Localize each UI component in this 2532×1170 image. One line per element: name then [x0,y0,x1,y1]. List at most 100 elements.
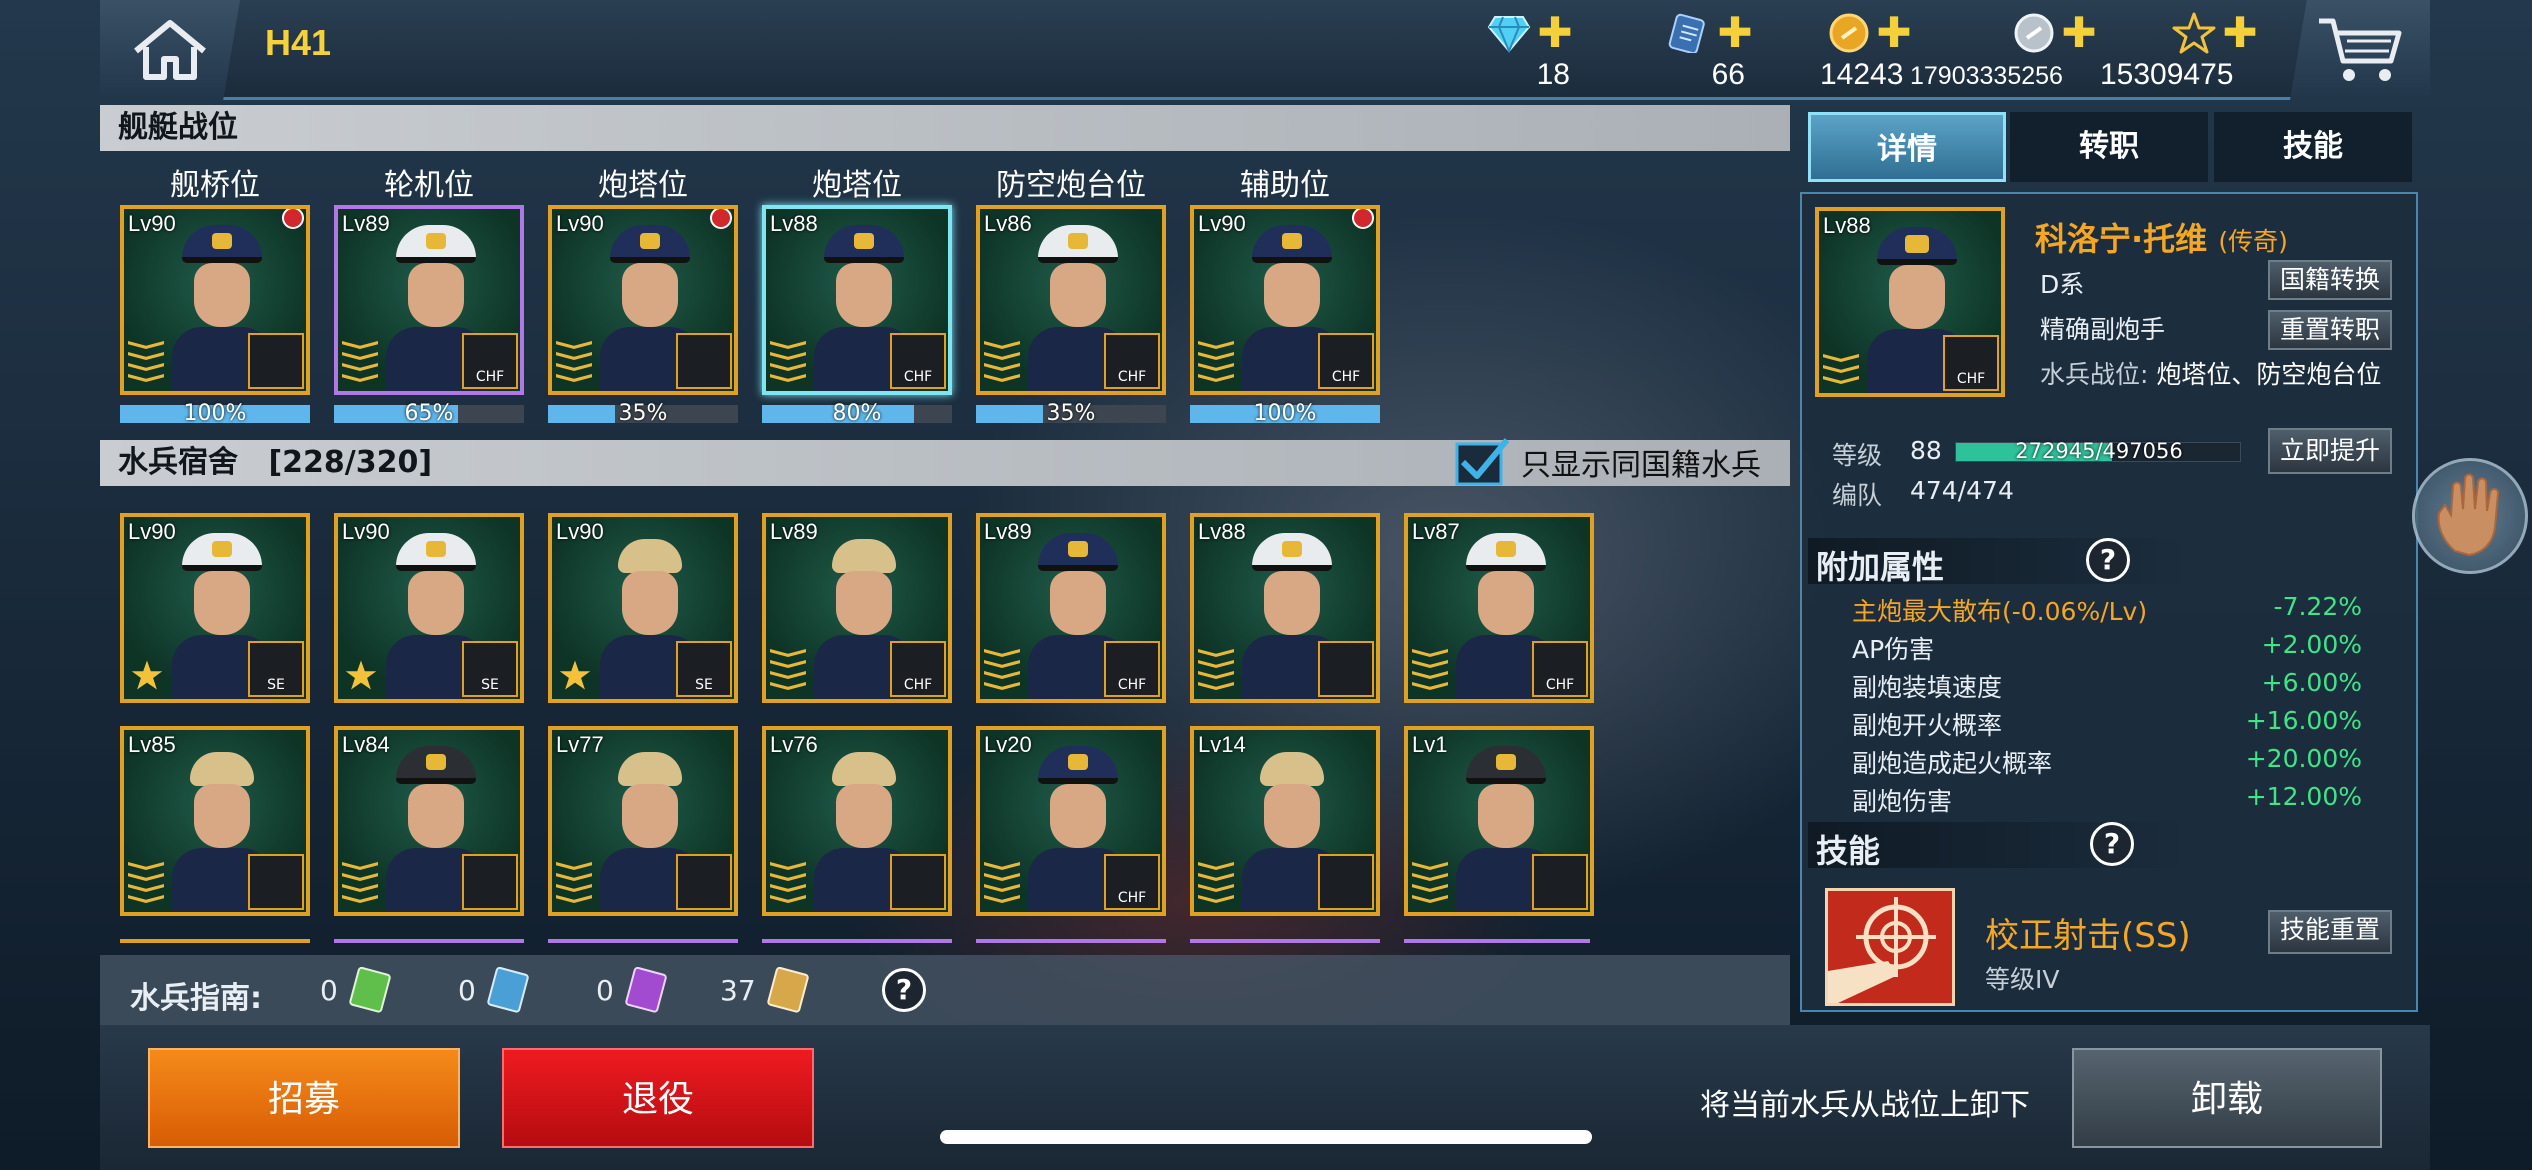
skill-icon[interactable] [1825,888,1955,1006]
sailor-card[interactable]: Lv77 [548,726,738,916]
green-manual-icon [349,967,391,1013]
resource-tickets[interactable]: ✚ 66 [1655,8,1765,98]
portrait-level: Lv88 [1823,213,1871,238]
bonus-name: AP伤害 [1852,635,1935,664]
slot-percent: 35% [618,401,668,426]
position-slot[interactable]: Lv88 CHF [762,205,952,395]
job-icon [676,854,732,910]
sailor-card[interactable]: Lv85 [120,726,310,916]
tab-details[interactable]: 详情 [1808,112,2006,182]
skill-help-icon[interactable]: ? [2090,822,2134,866]
retire-button[interactable]: 退役 [502,1048,814,1148]
star-rank-icon [559,660,591,690]
unload-button[interactable]: 卸载 [2072,1048,2382,1148]
sailor-level: Lv89 [984,519,1032,544]
level-up-button[interactable]: 立即提升 [2268,428,2393,474]
sailor-card[interactable]: Lv20 CHF [976,726,1166,916]
diamond-icon [1488,16,1531,53]
bonus-name: 副炮装填速度 [1852,673,2003,702]
bonus-value: +20.00% [2245,744,2362,773]
add-diamonds-icon[interactable]: ✚ [1537,12,1572,54]
exp-text: 272945/497056 [2015,439,2183,463]
bonus-title: 附加属性 [1816,548,1945,586]
add-silver-icon[interactable]: ✚ [2061,12,2096,54]
job-icon: CHF [1532,641,1588,697]
tab-skills[interactable]: 技能 [2214,112,2412,182]
guide-count: 37 [720,973,756,1007]
silver-count: 17903335256 [1910,62,2063,90]
sailor-card[interactable]: Lv90 SE [334,513,524,703]
add-stars-icon[interactable]: ✚ [2222,12,2257,54]
guide-item-gold[interactable]: 37 [720,967,814,1013]
shop-button[interactable] [2290,0,2430,100]
bonus-name: 副炮造成起火概率 [1852,749,2053,778]
detail-portrait: Lv88 CHF [1815,207,2005,397]
sailor-card[interactable]: Lv90 SE [548,513,738,703]
sailor-guide-bar: 水兵指南: 0 0 0 37 ? [100,955,1790,1025]
bonus-value: -7.22% [2273,592,2362,621]
position-slot[interactable]: Lv86 CHF [976,205,1166,395]
home-indicator [940,1130,1592,1144]
resource-diamonds[interactable]: ✚ 18 [1480,8,1580,98]
same-nationality-filter[interactable]: 只显示同国籍水兵 [1455,436,1761,488]
slot-label: 防空炮台位 [996,168,1146,203]
position-slot[interactable]: Lv90 [548,205,738,395]
sailor-card[interactable]: Lv1 [1404,726,1594,916]
job-icon [890,854,946,910]
guide-item-purple[interactable]: 0 [596,967,672,1013]
bonus-help-icon[interactable]: ? [2086,538,2130,582]
sailor-card[interactable]: Lv88 [1190,513,1380,703]
job-icon: CHF [890,641,946,697]
job-tag: SE [695,677,713,693]
add-gold-icon[interactable]: ✚ [1876,12,1911,54]
gold-coin-icon [1829,13,1869,53]
sailor-card[interactable]: Lv90 SE [120,513,310,703]
recruit-button[interactable]: 招募 [148,1048,460,1148]
slot-level: Lv90 [556,211,604,236]
tab-job-change[interactable]: 转职 [2010,112,2208,182]
guide-help-icon[interactable]: ? [882,968,926,1012]
add-tickets-icon[interactable]: ✚ [1717,12,1752,54]
filter-label: 只显示同国籍水兵 [1521,448,1761,483]
rank-chevrons-icon [128,338,164,385]
sailor-level: Lv89 [770,519,818,544]
star-rank-icon [131,660,163,690]
gear-icon: CHF [462,333,518,389]
reset-job-button[interactable]: 重置转职 [2268,310,2393,350]
job-icon: SE [676,641,732,697]
ticket-count: 66 [1711,58,1745,91]
bonus-row: 副炮造成起火概率 +20.00% [1852,744,2362,780]
resource-stars[interactable]: ✚ 15309475 [2100,8,2270,98]
sailor-level: Lv90 [128,519,176,544]
floating-assist-button[interactable] [2412,458,2528,574]
sailor-level: Lv84 [342,732,390,757]
stage-title: H41 [265,22,332,63]
unload-hint: 将当前水兵从战位上卸下 [1700,1088,2030,1123]
star-rank-icon [345,660,377,690]
skill-reset-button[interactable]: 技能重置 [2268,910,2393,954]
guide-item-green[interactable]: 0 [320,967,396,1013]
sailor-level: Lv77 [556,732,604,757]
position-slot[interactable]: Lv90 CHF [1190,205,1380,395]
silver-coin-icon [2014,13,2054,53]
position-slot[interactable]: Lv90 [120,205,310,395]
home-button[interactable] [100,0,240,100]
sailor-card[interactable]: Lv89 CHF [976,513,1166,703]
nationality-change-button[interactable]: 国籍转换 [2268,260,2393,300]
checkbox-checked-icon [1455,438,1510,486]
sailor-card[interactable]: Lv89 CHF [762,513,952,703]
job-icon: SE [462,641,518,697]
slot-level: Lv89 [342,211,390,236]
rank-chevrons-icon [770,338,806,385]
sailor-card[interactable]: Lv76 [762,726,952,916]
sailor-card[interactable]: Lv87 CHF [1404,513,1594,703]
sailor-card[interactable]: Lv84 [334,726,524,916]
star-count: 15309475 [2100,58,2234,91]
job-tag: SE [267,677,285,693]
gold-manual-icon [766,967,809,1013]
sailor-card[interactable]: Lv14 [1190,726,1380,916]
position-slot[interactable]: Lv89 CHF [334,205,524,395]
guide-item-blue[interactable]: 0 [458,967,534,1013]
guide-label: 水兵指南: [130,981,262,1016]
notification-dot [710,209,732,229]
